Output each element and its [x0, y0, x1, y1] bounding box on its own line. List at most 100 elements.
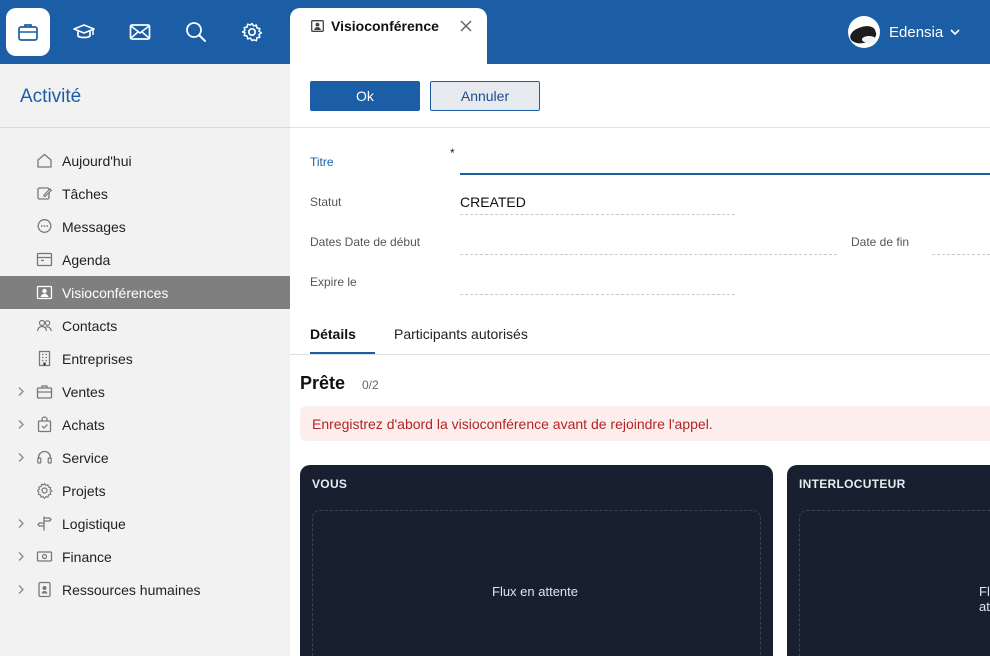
user-name: Edensia: [889, 23, 944, 41]
app-learning-button[interactable]: [66, 14, 102, 50]
top-bar: Visioconférence Edensia: [0, 0, 990, 64]
sidebar-item-messages[interactable]: Messages: [0, 210, 290, 243]
home-icon: [37, 153, 52, 168]
divider: [0, 127, 290, 128]
graduation-cap-icon: [73, 24, 95, 39]
banknote-icon: [36, 551, 53, 562]
gear-icon: [36, 482, 53, 499]
sidebar-item-taches[interactable]: Tâches: [0, 177, 290, 210]
sidebar-item-achats[interactable]: Achats: [0, 408, 290, 441]
sidebar-nav: Aujourd'hui Tâches Messages Agenda Visioconf…: [0, 144, 290, 606]
tab-visioconference[interactable]: Visioconférence: [290, 8, 487, 64]
video-conference-icon: [36, 285, 53, 300]
envelope-icon: [129, 24, 151, 40]
sidebar-item-agenda[interactable]: Agenda: [0, 243, 290, 276]
status-label: Statut: [310, 195, 342, 209]
sidebar-item-label: Aujourd'hui: [62, 153, 132, 169]
sidebar-item-label: Agenda: [62, 252, 111, 268]
gear-icon: [241, 22, 263, 42]
chevron-right-icon[interactable]: [17, 518, 25, 529]
chevron-right-icon[interactable]: [17, 386, 25, 397]
video-conference-icon: [311, 20, 324, 32]
title-label: Titre: [310, 155, 334, 169]
signpost-icon: [37, 516, 52, 531]
sidebar-item-ressources-humaines[interactable]: Ressources humaines: [0, 573, 290, 606]
tab-details[interactable]: Détails: [310, 326, 356, 342]
required-marker: *: [450, 146, 455, 160]
chat-icon: [37, 219, 52, 233]
start-date-label: Dates Date de début: [310, 235, 421, 249]
sidebar: Activité Aujourd'hui Tâches Messages Agenda…: [0, 64, 290, 656]
ok-button[interactable]: Ok: [310, 81, 420, 111]
sidebar-item-label: Tâches: [62, 186, 108, 202]
participants-count: 0/2: [362, 378, 379, 392]
app-mail-button[interactable]: [122, 14, 158, 50]
sidebar-item-label: Ressources humaines: [62, 582, 201, 598]
sidebar-item-finance[interactable]: Finance: [0, 540, 290, 573]
sidebar-item-label: Logistique: [62, 516, 126, 532]
briefcase-icon: [36, 385, 53, 399]
chevron-right-icon[interactable]: [17, 419, 25, 430]
sidebar-item-logistique[interactable]: Logistique: [0, 507, 290, 540]
sidebar-item-label: Entreprises: [62, 351, 133, 367]
sidebar-item-label: Projets: [62, 483, 106, 499]
shopping-bag-icon: [37, 416, 52, 433]
sidebar-item-label: Contacts: [62, 318, 118, 334]
building-icon: [38, 350, 51, 367]
sidebar-item-label: Finance: [62, 549, 112, 565]
briefcase-icon: [18, 24, 38, 41]
sidebar-item-entreprises[interactable]: Entreprises: [0, 342, 290, 375]
app-search-button[interactable]: [178, 14, 214, 50]
main-panel: Ok Annuler Titre * Statut CREATED Dates …: [290, 64, 990, 656]
chevron-down-icon: [950, 29, 960, 36]
title-input[interactable]: [460, 173, 990, 175]
sidebar-item-ventes[interactable]: Ventes: [0, 375, 290, 408]
local-video-panel: VOUS Flux en attente: [300, 465, 773, 656]
panel-title: INTERLOCUTEUR: [799, 477, 906, 491]
status-field[interactable]: [460, 214, 735, 215]
sidebar-item-label: Visioconférences: [62, 285, 169, 301]
expires-label: Expire le: [310, 275, 357, 289]
user-menu[interactable]: Edensia: [848, 15, 961, 49]
sidebar-item-label: Ventes: [62, 384, 105, 400]
chevron-right-icon[interactable]: [17, 584, 25, 595]
app-activity-button[interactable]: [6, 8, 50, 56]
avatar: [848, 16, 880, 48]
panel-title: VOUS: [312, 477, 348, 491]
tab-authorized-participants[interactable]: Participants autorisés: [394, 326, 528, 342]
sidebar-item-aujourd-hui[interactable]: Aujourd'hui: [0, 144, 290, 177]
app-settings-button[interactable]: [234, 14, 270, 50]
close-icon[interactable]: [460, 20, 472, 32]
video-stream-area: [799, 510, 990, 656]
chevron-right-icon[interactable]: [17, 551, 25, 562]
stream-status-text: Flux en attente: [492, 584, 578, 599]
sidebar-item-label: Messages: [62, 219, 126, 235]
search-icon: [186, 22, 206, 42]
start-date-field[interactable]: [460, 254, 837, 255]
sidebar-item-label: Service: [62, 450, 109, 466]
alert-text: Enregistrez d'abord la visioconférence a…: [312, 416, 713, 432]
sidebar-item-projets[interactable]: Projets: [0, 474, 290, 507]
tab-label: Visioconférence: [331, 18, 439, 34]
status-value: CREATED: [460, 194, 526, 210]
id-badge-icon: [38, 581, 51, 598]
end-date-field[interactable]: [932, 254, 990, 255]
divider: [290, 127, 990, 128]
chevron-right-icon[interactable]: [17, 452, 25, 463]
remote-video-panel: INTERLOCUTEUR Flux en attente: [787, 465, 990, 656]
contacts-icon: [36, 319, 52, 332]
sidebar-title: Activité: [20, 86, 82, 107]
sidebar-item-visioconferences[interactable]: Visioconférences: [0, 276, 290, 309]
cancel-button[interactable]: Annuler: [430, 81, 540, 111]
edit-icon: [37, 187, 53, 200]
expires-field[interactable]: [460, 294, 735, 295]
divider: [290, 354, 990, 355]
end-date-label: Date de fin: [851, 235, 910, 249]
stream-status-text: Flux en attente: [979, 584, 990, 614]
call-status-title: Prête: [300, 373, 346, 393]
sidebar-item-contacts[interactable]: Contacts: [0, 309, 290, 342]
alert-banner: Enregistrez d'abord la visioconférence a…: [300, 406, 990, 441]
sidebar-item-service[interactable]: Service: [0, 441, 290, 474]
video-stream-area: [312, 510, 761, 656]
sidebar-item-label: Achats: [62, 417, 105, 433]
